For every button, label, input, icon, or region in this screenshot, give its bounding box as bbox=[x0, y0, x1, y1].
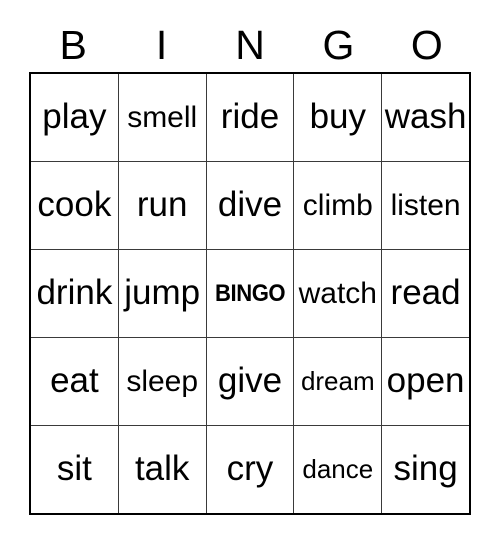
bingo-cell-label: climb bbox=[302, 188, 373, 222]
bingo-cell[interactable]: ride bbox=[207, 74, 295, 161]
bingo-cell[interactable]: sit bbox=[31, 426, 119, 513]
bingo-card: BINGO play smell ride buy wash cook run dive cli… bbox=[0, 0, 500, 544]
bingo-cell[interactable]: give bbox=[207, 338, 295, 425]
bingo-cell-label: sit bbox=[56, 449, 92, 489]
bingo-cell[interactable]: wash bbox=[382, 74, 469, 161]
bingo-cell[interactable]: run bbox=[119, 162, 207, 249]
bingo-cell-label: eat bbox=[50, 361, 99, 401]
bingo-cell-label: wash bbox=[384, 97, 467, 137]
bingo-cell[interactable]: cook bbox=[31, 162, 119, 249]
bingo-row: drink jump BINGO watch read bbox=[31, 250, 469, 338]
bingo-cell[interactable]: dream bbox=[294, 338, 383, 425]
bingo-cell-label: buy bbox=[309, 97, 366, 137]
bingo-cell-label: smell bbox=[127, 100, 198, 134]
bingo-cell-label: cry bbox=[226, 449, 274, 489]
bingo-row: eat sleep give dream open bbox=[31, 338, 469, 426]
bingo-cell[interactable]: watch bbox=[294, 250, 383, 337]
bingo-cell[interactable]: jump bbox=[119, 250, 207, 337]
bingo-cell[interactable]: dance bbox=[294, 426, 383, 513]
bingo-cell[interactable]: read bbox=[382, 250, 469, 337]
bingo-cell-label: open bbox=[386, 361, 465, 401]
bingo-cell-label: run bbox=[136, 185, 188, 225]
bingo-cell[interactable]: cry bbox=[207, 426, 295, 513]
bingo-header-letter-g: G bbox=[322, 21, 355, 68]
bingo-cell-label: ride bbox=[220, 97, 280, 137]
bingo-header-row: BINGO bbox=[29, 18, 471, 72]
bingo-cell-label: drink bbox=[36, 273, 113, 313]
bingo-cell-label: talk bbox=[134, 449, 190, 489]
bingo-cell-label: jump bbox=[124, 273, 201, 313]
bingo-cell-label: watch bbox=[298, 276, 377, 310]
bingo-cell-label: read bbox=[390, 273, 461, 313]
bingo-header-letter-b: B bbox=[59, 21, 87, 68]
bingo-header-letter-o: O bbox=[410, 21, 443, 68]
bingo-cell-label: dance bbox=[302, 453, 374, 484]
bingo-row: sit talk cry dance sing bbox=[31, 426, 469, 513]
bingo-free-space-label: BINGO bbox=[214, 279, 286, 307]
bingo-cell-label: sleep bbox=[126, 364, 199, 398]
bingo-cell[interactable]: dive bbox=[207, 162, 295, 249]
bingo-cell[interactable]: talk bbox=[119, 426, 207, 513]
bingo-cell-label: cook bbox=[37, 185, 112, 225]
bingo-free-space-cell[interactable]: BINGO bbox=[207, 250, 295, 337]
bingo-cell[interactable]: listen bbox=[382, 162, 469, 249]
bingo-grid: play smell ride buy wash cook run dive climb list… bbox=[29, 72, 471, 515]
bingo-cell[interactable]: sleep bbox=[119, 338, 207, 425]
bingo-cell-label: play bbox=[42, 97, 107, 137]
bingo-cell[interactable]: eat bbox=[31, 338, 119, 425]
bingo-header-letter-i: I bbox=[155, 21, 168, 68]
bingo-cell[interactable]: sing bbox=[382, 426, 469, 513]
bingo-cell-label: sing bbox=[393, 449, 458, 489]
bingo-cell[interactable]: climb bbox=[294, 162, 383, 249]
bingo-cell-label: listen bbox=[390, 188, 461, 222]
bingo-cell[interactable]: play bbox=[31, 74, 119, 161]
bingo-header-letter-n: N bbox=[235, 21, 265, 68]
bingo-cell-label: dream bbox=[300, 365, 375, 396]
bingo-row: play smell ride buy wash bbox=[31, 74, 469, 162]
bingo-cell[interactable]: open bbox=[382, 338, 469, 425]
bingo-cell-label: dive bbox=[217, 185, 283, 225]
bingo-cell[interactable]: drink bbox=[31, 250, 119, 337]
bingo-cell[interactable]: smell bbox=[119, 74, 207, 161]
bingo-cell[interactable]: buy bbox=[294, 74, 383, 161]
bingo-row: cook run dive climb listen bbox=[31, 162, 469, 250]
bingo-cell-label: give bbox=[217, 361, 283, 401]
